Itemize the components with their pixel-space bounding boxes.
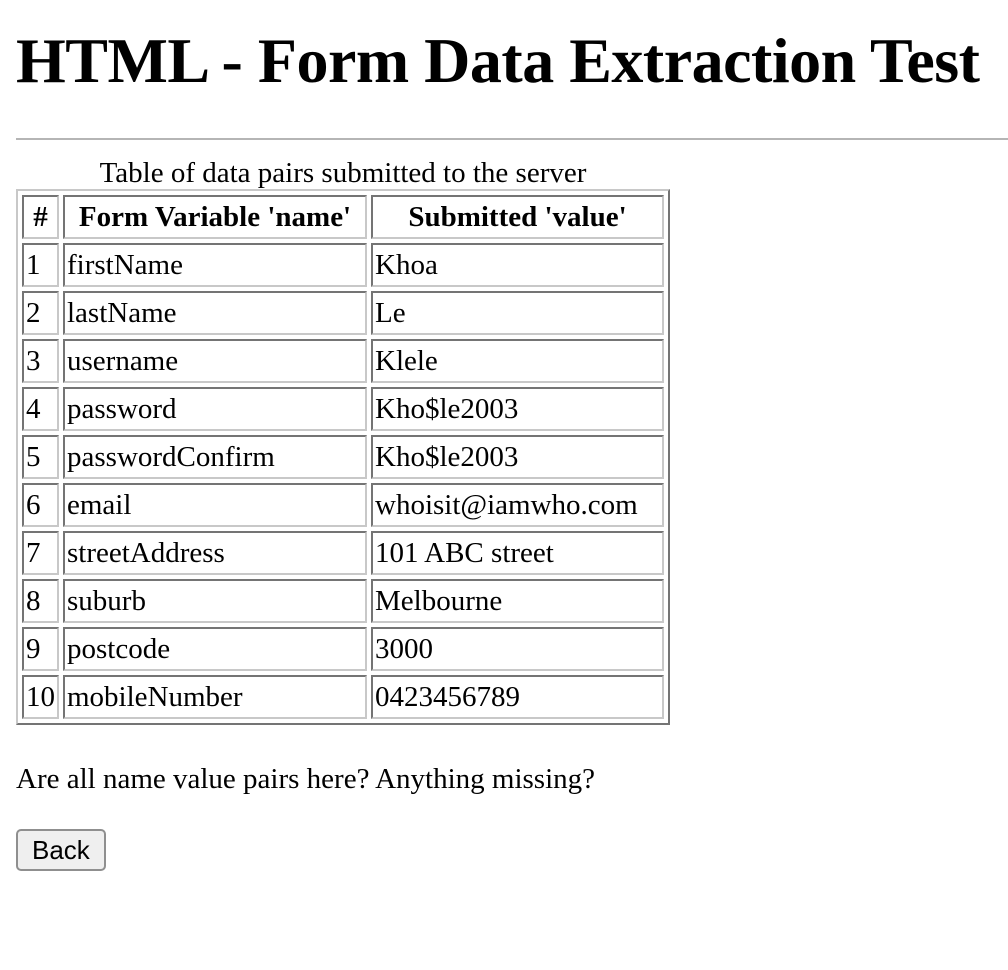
row-submitted-value: 101 ABC street <box>371 531 664 575</box>
row-number: 8 <box>22 579 59 623</box>
row-number: 7 <box>22 531 59 575</box>
header-submitted-value: Submitted 'value' <box>371 195 664 239</box>
table-row: 7 streetAddress 101 ABC street <box>22 531 664 575</box>
row-number: 5 <box>22 435 59 479</box>
row-variable-name: password <box>63 387 367 431</box>
row-submitted-value: Melbourne <box>371 579 664 623</box>
table-row: 10 mobileNumber 0423456789 <box>22 675 664 719</box>
page-title: HTML - Form Data Extraction Test <box>16 25 980 96</box>
row-submitted-value: Khoa <box>371 243 664 287</box>
table-caption: Table of data pairs submitted to the ser… <box>99 157 587 189</box>
submitted-data-table: Table of data pairs submitted to the ser… <box>16 157 670 725</box>
row-variable-name: mobileNumber <box>63 675 367 719</box>
table-row: 9 postcode 3000 <box>22 627 664 671</box>
row-variable-name: lastName <box>63 291 367 335</box>
row-variable-name: postcode <box>63 627 367 671</box>
table-header-row: # Form Variable 'name' Submitted 'value' <box>22 195 664 239</box>
row-variable-name: suburb <box>63 579 367 623</box>
row-variable-name: firstName <box>63 243 367 287</box>
row-number: 4 <box>22 387 59 431</box>
row-submitted-value: Le <box>371 291 664 335</box>
header-form-variable-name: Form Variable 'name' <box>63 195 367 239</box>
back-button[interactable]: Back <box>16 829 106 871</box>
row-number: 9 <box>22 627 59 671</box>
row-submitted-value: whoisit@iamwho.com <box>371 483 664 527</box>
table-row: 8 suburb Melbourne <box>22 579 664 623</box>
header-number: # <box>22 195 59 239</box>
row-variable-name: passwordConfirm <box>63 435 367 479</box>
table-row: 4 password Kho$le2003 <box>22 387 664 431</box>
missing-pairs-question: Are all name value pairs here? Anything … <box>16 763 596 795</box>
row-submitted-value: 3000 <box>371 627 664 671</box>
row-variable-name: streetAddress <box>63 531 367 575</box>
row-submitted-value: Kho$le2003 <box>371 435 664 479</box>
row-number: 3 <box>22 339 59 383</box>
page: HTML - Form Data Extraction Test Table o… <box>0 0 1008 970</box>
row-number: 10 <box>22 675 59 719</box>
table-row: 5 passwordConfirm Kho$le2003 <box>22 435 664 479</box>
row-submitted-value: 0423456789 <box>371 675 664 719</box>
row-number: 2 <box>22 291 59 335</box>
table-row: 3 username Klele <box>22 339 664 383</box>
table-row: 1 firstName Khoa <box>22 243 664 287</box>
row-submitted-value: Kho$le2003 <box>371 387 664 431</box>
row-number: 6 <box>22 483 59 527</box>
table-body: 1 firstName Khoa 2 lastName Le 3 usernam… <box>22 243 664 719</box>
table-row: 6 email whoisit@iamwho.com <box>22 483 664 527</box>
table-row: 2 lastName Le <box>22 291 664 335</box>
divider <box>16 138 1008 140</box>
row-submitted-value: Klele <box>371 339 664 383</box>
row-variable-name: username <box>63 339 367 383</box>
row-variable-name: email <box>63 483 367 527</box>
row-number: 1 <box>22 243 59 287</box>
